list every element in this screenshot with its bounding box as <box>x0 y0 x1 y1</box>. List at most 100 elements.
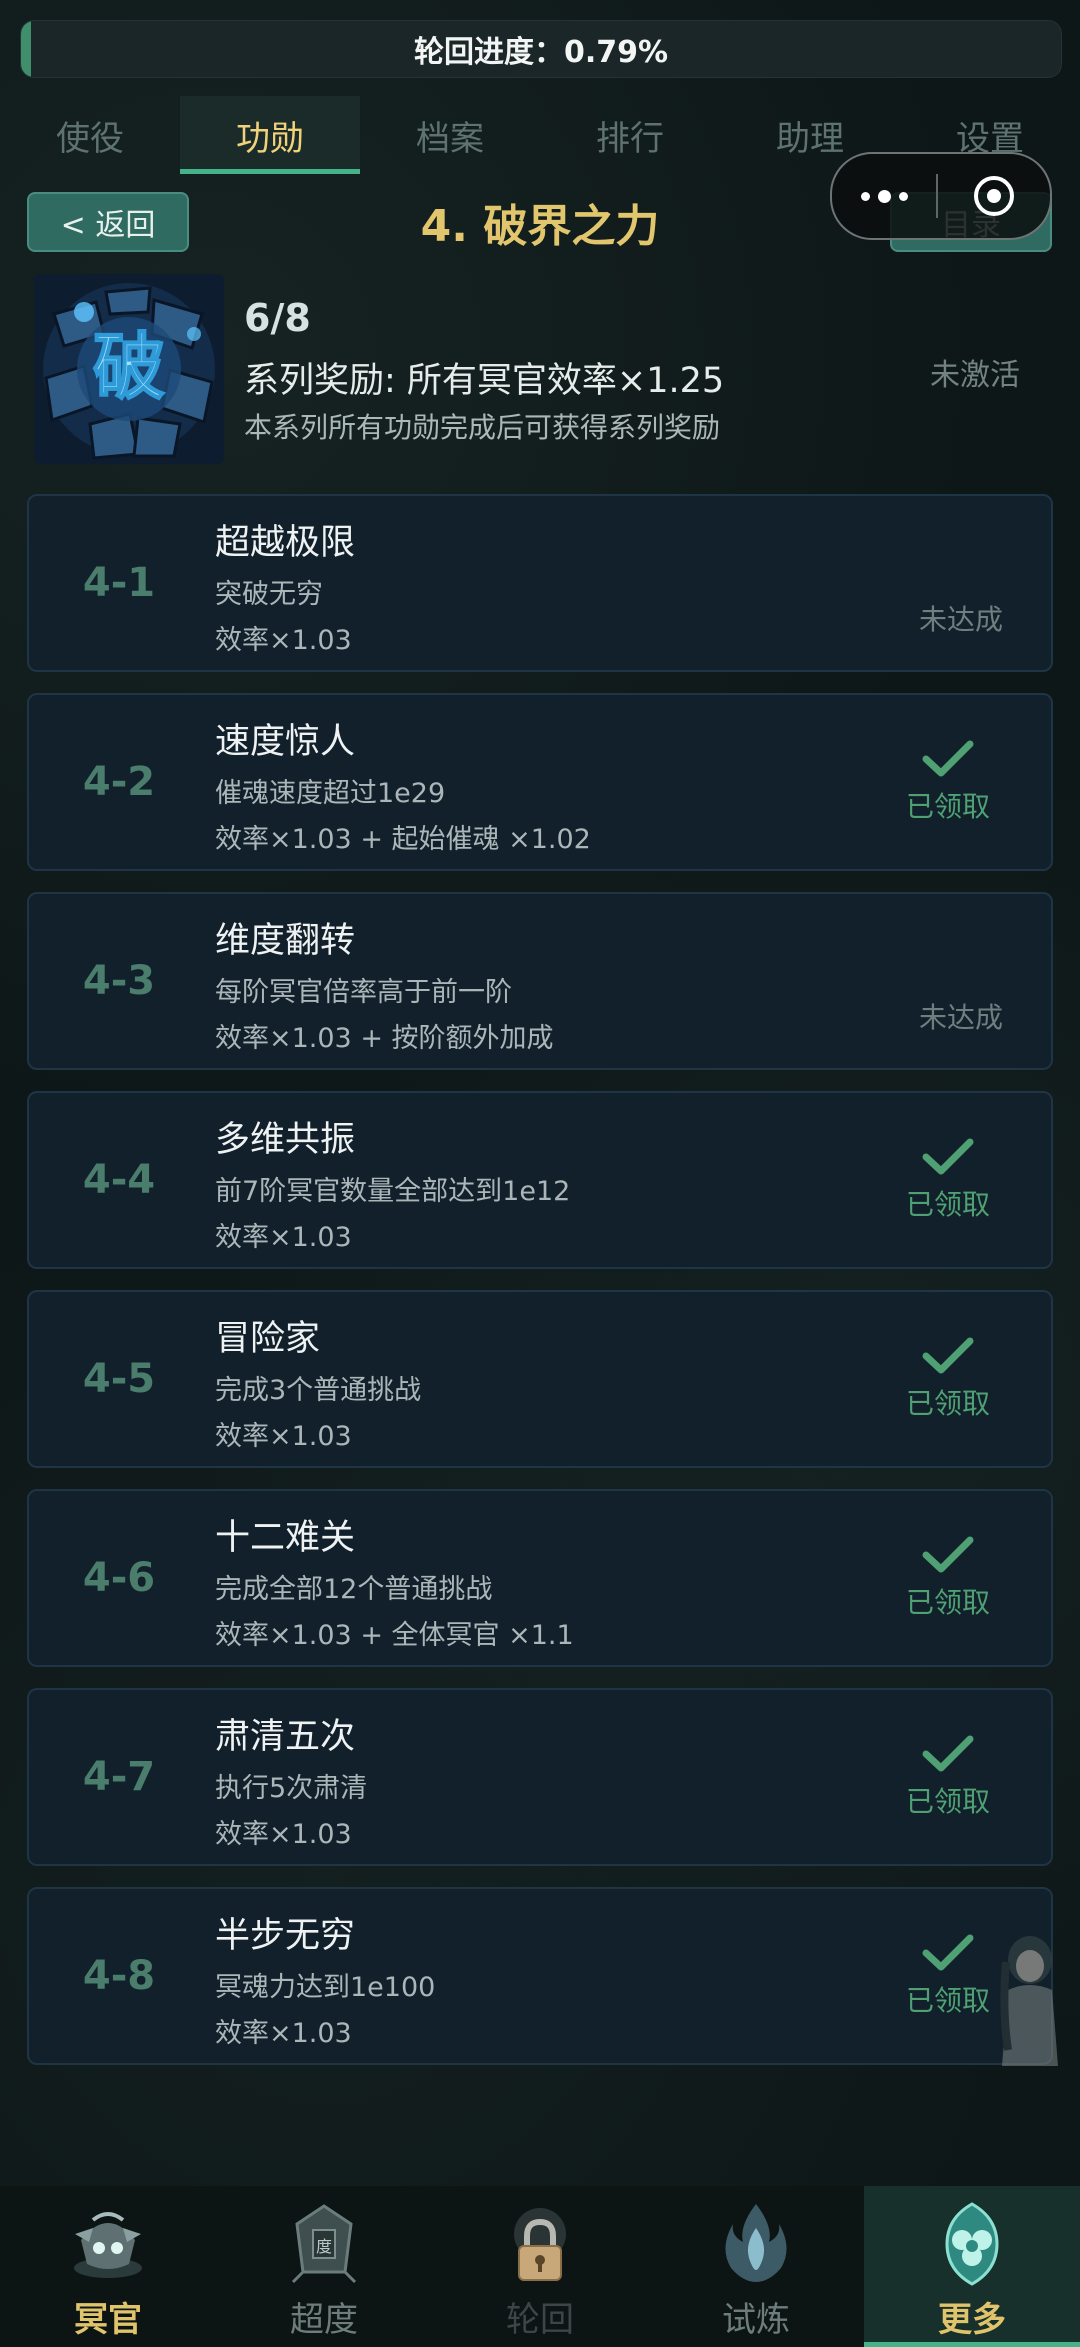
achievement-claimed-status: 已领取 <box>893 1535 1003 1621</box>
back-button[interactable]: < 返回 <box>27 192 189 252</box>
tab-ranking[interactable]: 排行 <box>540 96 720 174</box>
achievement-reward: 效率×1.03 <box>215 625 352 656</box>
nav-item-reincarnation[interactable]: 轮回 <box>432 2186 648 2347</box>
achievement-title: 十二难关 <box>215 1518 356 1558</box>
svg-text:度: 度 <box>316 2237 332 2256</box>
achievement-number: 4-5 <box>82 1356 156 1402</box>
achievement-number: 4-3 <box>82 958 156 1004</box>
claimed-label: 已领取 <box>905 1387 990 1420</box>
reincarnation-progress-bar: 轮回进度：0.79% <box>20 20 1062 78</box>
achievement-claimed-status: 已领取 <box>893 1734 1003 1820</box>
nav-item-salvation[interactable]: 度 超度 <box>216 2186 432 2347</box>
achievement-claimed-status: 已领取 <box>893 739 1003 825</box>
nav-label: 更多 <box>938 2300 1006 2340</box>
shrine-icon: 度 <box>291 2204 357 2284</box>
achievement-card-4-1[interactable]: 4-1 超越极限 突破无穷 效率×1.03 未达成 <box>27 494 1053 672</box>
achievement-reward: 效率×1.03 <box>215 2018 352 2049</box>
claimed-label: 已领取 <box>905 1984 990 2017</box>
tab-label: 功勋 <box>236 118 304 159</box>
series-emblem-icon: 破 <box>34 274 224 464</box>
close-miniprogram-icon[interactable] <box>938 176 1050 216</box>
check-icon <box>922 1138 974 1175</box>
achievement-title: 超越极限 <box>215 523 356 563</box>
achievement-title: 半步无穷 <box>215 1916 356 1956</box>
series-description: 本系列所有功勋完成后可获得系列奖励 <box>244 411 721 444</box>
ghost-officer-icon <box>74 2212 142 2278</box>
svg-text:破: 破 <box>93 325 165 409</box>
nav-label: 试炼 <box>722 2300 790 2340</box>
achievement-requirement: 前7阶冥官数量全部达到1e12 <box>215 1176 571 1207</box>
series-reward: 系列奖励: 所有冥官效率×1.25 <box>244 361 725 401</box>
achievement-claimed-status: 已领取 <box>893 1933 1003 2019</box>
tab-achievements[interactable]: 功勋 <box>180 96 360 174</box>
more-emblem-icon <box>945 2202 999 2286</box>
achievement-title: 速度惊人 <box>215 722 356 762</box>
more-options-icon[interactable] <box>832 189 936 203</box>
check-icon <box>922 1735 974 1772</box>
tab-label: 排行 <box>596 118 664 159</box>
achievement-card-4-5[interactable]: 4-5 冒险家 完成3个普通挑战 效率×1.03 已领取 <box>27 1290 1053 1468</box>
achievement-number: 4-6 <box>82 1555 156 1601</box>
series-status: 未激活 <box>930 358 1020 393</box>
achievement-reward: 效率×1.03 + 全体冥官 ×1.1 <box>215 1620 574 1651</box>
achievement-requirement: 完成3个普通挑战 <box>215 1375 422 1406</box>
achievement-status: 未达成 <box>918 1001 1003 1034</box>
achievement-number: 4-2 <box>82 759 156 805</box>
check-icon <box>922 1536 974 1573</box>
nav-item-more[interactable]: 更多 <box>864 2186 1080 2347</box>
achievement-requirement: 冥魂力达到1e100 <box>215 1972 436 2003</box>
achievement-card-4-6[interactable]: 4-6 十二难关 完成全部12个普通挑战 效率×1.03 + 全体冥官 ×1.1… <box>27 1489 1053 1667</box>
achievement-reward: 效率×1.03 <box>215 1819 352 1850</box>
achievement-requirement: 完成全部12个普通挑战 <box>215 1574 493 1605</box>
achievement-requirement: 每阶冥官倍率高于前一阶 <box>215 977 512 1008</box>
achievement-card-4-2[interactable]: 4-2 速度惊人 催魂速度超过1e29 效率×1.03 + 起始催魂 ×1.02… <box>27 693 1053 871</box>
tab-servants[interactable]: 使役 <box>0 96 180 174</box>
achievement-number: 4-4 <box>82 1157 156 1203</box>
page-title: 4. 破界之力 <box>420 201 660 252</box>
achievement-card-4-4[interactable]: 4-4 多维共振 前7阶冥官数量全部达到1e12 效率×1.03 已领取 <box>27 1091 1053 1269</box>
nav-item-trials[interactable]: 试炼 <box>648 2186 864 2347</box>
achievement-reward: 效率×1.03 + 起始催魂 ×1.02 <box>215 824 591 855</box>
series-progress-count: 6/8 <box>244 296 311 340</box>
achievement-title: 多维共振 <box>215 1120 356 1160</box>
lock-icon <box>514 2208 566 2281</box>
back-button-label: < 返回 <box>60 208 156 243</box>
achievement-number: 4-7 <box>82 1754 156 1800</box>
bottom-navigation: 冥官 度 超度 轮回 试炼 更多 <box>0 2186 1080 2347</box>
achievement-card-4-3[interactable]: 4-3 维度翻转 每阶冥官倍率高于前一阶 效率×1.03 + 按阶额外加成 未达… <box>27 892 1053 1070</box>
achievement-reward: 效率×1.03 + 按阶额外加成 <box>215 1023 554 1054</box>
achievement-claimed-status: 已领取 <box>893 1137 1003 1223</box>
achievement-number: 4-1 <box>82 560 156 606</box>
achievement-card-4-7[interactable]: 4-7 肃清五次 执行5次肃清 效率×1.03 已领取 <box>27 1688 1053 1866</box>
tab-archives[interactable]: 档案 <box>360 96 540 174</box>
tab-label: 使役 <box>56 118 124 159</box>
assistant-mascot-icon[interactable] <box>992 1930 1062 2070</box>
achievement-number: 4-8 <box>82 1953 156 1999</box>
achievement-title: 维度翻转 <box>215 921 356 961</box>
claimed-label: 已领取 <box>905 790 990 823</box>
flame-icon <box>725 2204 787 2282</box>
miniprogram-capsule <box>830 152 1052 240</box>
progress-label: 轮回进度：0.79% <box>413 35 669 70</box>
achievement-status: 未达成 <box>918 603 1003 636</box>
claimed-label: 已领取 <box>905 1785 990 1818</box>
claimed-label: 已领取 <box>905 1586 990 1619</box>
achievement-claimed-status: 已领取 <box>893 1336 1003 1422</box>
achievement-requirement: 突破无穷 <box>215 579 323 610</box>
nav-label: 超度 <box>290 2300 358 2340</box>
achievement-card-4-8[interactable]: 4-8 半步无穷 冥魂力达到1e100 效率×1.03 已领取 <box>27 1887 1053 2065</box>
nav-item-officers[interactable]: 冥官 <box>0 2186 216 2347</box>
check-icon <box>922 1337 974 1374</box>
tab-label: 助理 <box>776 118 844 159</box>
achievement-reward: 效率×1.03 <box>215 1222 352 1253</box>
claimed-label: 已领取 <box>905 1188 990 1221</box>
nav-label: 冥官 <box>74 2300 142 2340</box>
nav-label: 轮回 <box>506 2300 574 2340</box>
achievement-title: 肃清五次 <box>215 1717 356 1757</box>
achievement-title: 冒险家 <box>215 1319 321 1359</box>
tab-label: 档案 <box>416 118 484 159</box>
check-icon <box>922 740 974 777</box>
achievement-requirement: 执行5次肃清 <box>215 1773 368 1804</box>
check-icon <box>922 1934 974 1971</box>
achievement-requirement: 催魂速度超过1e29 <box>215 778 446 809</box>
